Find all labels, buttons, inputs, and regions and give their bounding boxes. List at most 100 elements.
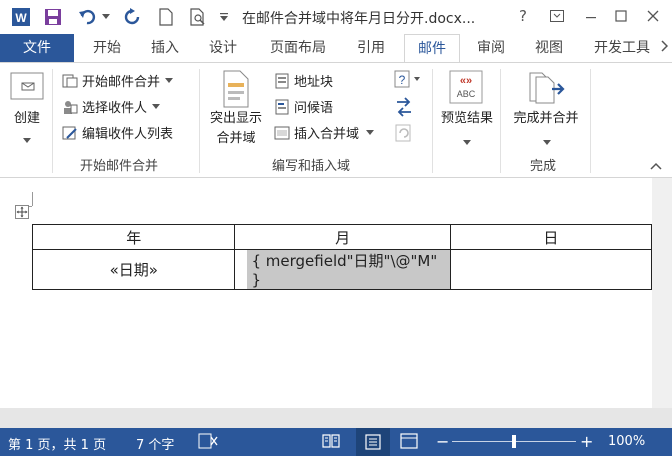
address-block-icon: [275, 73, 289, 88]
save-icon[interactable]: [42, 6, 64, 28]
maximize-button[interactable]: [608, 4, 634, 28]
ribbon: 创建 开始邮件合并 选择收件人 编辑收件人列表 开始邮件合并 突出显示 合并域 …: [0, 62, 672, 178]
edit-recipient-list-label: 编辑收件人列表: [82, 127, 174, 142]
header-month[interactable]: 月: [234, 224, 451, 250]
document-page[interactable]: 年 月 日 «日期» { mergefield"日期"\@"M" }: [0, 178, 653, 408]
highlight-merge-fields-label-2[interactable]: 合并域: [204, 129, 268, 149]
proofing-icon[interactable]: [198, 433, 218, 453]
help-button[interactable]: ?: [510, 4, 536, 28]
svg-text:W: W: [15, 11, 27, 25]
rules-icon[interactable]: ?: [394, 69, 422, 93]
word-count[interactable]: 7 个字: [136, 434, 174, 453]
insert-merge-field-button[interactable]: 插入合并域: [274, 123, 375, 142]
word-app-icon[interactable]: W: [10, 6, 32, 28]
greeting-line-button[interactable]: 问候语: [274, 97, 333, 116]
ribbon-tab-bar: 文件 开始 插入 设计 页面布局 引用 邮件 审阅 视图 开发工具: [0, 34, 672, 63]
vertical-scrollbar[interactable]: [652, 178, 672, 408]
preview-dropdown-icon[interactable]: [463, 135, 471, 150]
table-move-handle-icon[interactable]: [15, 205, 29, 219]
zoom-out-button[interactable]: −: [436, 432, 449, 451]
chevron-down-icon: [366, 129, 375, 135]
chevron-down-icon: [152, 103, 161, 109]
group-separator: [199, 69, 200, 173]
select-recipients-label: 选择收件人: [82, 101, 148, 116]
insert-merge-field-label: 插入合并域: [294, 127, 360, 142]
tab-insert[interactable]: 插入: [142, 34, 188, 62]
preview-results-icon-text: ABC: [457, 89, 476, 99]
create-icon[interactable]: [8, 69, 46, 105]
tab-home[interactable]: 开始: [84, 34, 130, 62]
minimize-button[interactable]: [578, 4, 604, 28]
tab-file[interactable]: 文件: [0, 34, 74, 62]
preview-results-icon-top: «»: [460, 75, 472, 87]
cell-month-field[interactable]: { mergefield"日期"\@"M" }: [234, 249, 451, 290]
group-separator: [52, 69, 53, 173]
preview-results-button[interactable]: 预览结果: [434, 109, 500, 129]
web-layout-icon[interactable]: [400, 433, 418, 453]
zoom-in-button[interactable]: +: [580, 432, 593, 451]
close-icon: [647, 10, 659, 22]
update-labels-icon[interactable]: [394, 123, 414, 147]
highlight-merge-fields-icon[interactable]: [220, 69, 252, 109]
tab-design[interactable]: 设计: [200, 34, 246, 62]
minimize-icon: [586, 17, 596, 19]
print-layout-button[interactable]: [356, 428, 390, 456]
tab-view[interactable]: 视图: [526, 34, 572, 62]
finish-merge-button[interactable]: 完成并合并: [504, 109, 588, 129]
undo-dropdown-icon[interactable]: [100, 6, 112, 28]
document-area: 年 月 日 «日期» { mergefield"日期"\@"M" }: [0, 178, 672, 428]
tab-references[interactable]: 引用: [348, 34, 394, 62]
ribbon-display-button[interactable]: [544, 4, 570, 28]
address-block-label: 地址块: [294, 75, 334, 90]
cell-year-field[interactable]: «日期»: [31, 249, 236, 290]
print-preview-icon[interactable]: [186, 6, 210, 28]
merge-field-code[interactable]: { mergefield"日期"\@"M" }: [247, 250, 450, 289]
ribbon-display-icon: [550, 10, 564, 22]
start-mail-merge-label: 开始邮件合并: [82, 75, 161, 90]
tab-page-layout[interactable]: 页面布局: [262, 34, 334, 62]
zoom-slider-thumb[interactable]: [512, 435, 516, 448]
maximize-icon: [615, 10, 627, 22]
tab-scroll-right-icon[interactable]: [656, 34, 672, 62]
undo-icon[interactable]: [76, 6, 100, 28]
match-fields-icon[interactable]: [394, 97, 414, 121]
group-label-write-insert-fields: 编写和插入域: [272, 159, 351, 174]
insert-merge-field-icon: [274, 126, 290, 139]
preview-results-icon[interactable]: «» ABC: [448, 69, 484, 105]
header-day[interactable]: 日: [449, 224, 653, 250]
collapse-ribbon-icon[interactable]: [650, 159, 662, 174]
start-mail-merge-icon: [62, 74, 78, 87]
print-layout-icon: [365, 434, 381, 450]
new-document-icon[interactable]: [156, 6, 176, 28]
customize-qat-icon[interactable]: [216, 6, 232, 28]
edit-recipient-list-button[interactable]: 编辑收件人列表: [62, 123, 173, 142]
greeting-line-icon: [275, 99, 289, 114]
close-button[interactable]: [640, 4, 666, 28]
zoom-level[interactable]: 100%: [608, 434, 645, 449]
title-bar: W 在邮件合并域中将年月日分开.docx... ?: [0, 0, 672, 34]
tab-mailings[interactable]: 邮件: [404, 34, 460, 63]
cell-day-field[interactable]: [449, 249, 653, 290]
svg-text:?: ?: [399, 73, 406, 87]
group-separator: [590, 69, 591, 173]
finish-merge-icon[interactable]: [526, 69, 566, 105]
select-recipients-button[interactable]: 选择收件人: [62, 97, 161, 116]
read-mode-icon[interactable]: [322, 433, 340, 453]
table-row: 年 月 日: [31, 224, 653, 250]
address-block-button[interactable]: 地址块: [274, 71, 333, 90]
header-year[interactable]: 年: [31, 224, 236, 250]
page-count[interactable]: 第 1 页，共 1 页: [8, 434, 106, 453]
margin-mark: [32, 192, 33, 206]
start-mail-merge-button[interactable]: 开始邮件合并: [62, 71, 174, 90]
tab-review[interactable]: 审阅: [468, 34, 514, 62]
create-dropdown-icon[interactable]: [23, 133, 31, 148]
document-title: 在邮件合并域中将年月日分开.docx...: [242, 11, 476, 27]
create-button[interactable]: 创建: [8, 109, 46, 129]
tab-developer[interactable]: 开发工具: [586, 34, 658, 62]
finish-dropdown-icon[interactable]: [543, 135, 551, 150]
group-label-finish: 完成: [530, 159, 557, 174]
date-table: 年 月 日 «日期» { mergefield"日期"\@"M" }: [31, 224, 653, 290]
highlight-merge-fields-label-1[interactable]: 突出显示: [204, 109, 268, 129]
repeat-icon[interactable]: [120, 6, 144, 28]
group-separator: [500, 69, 501, 173]
